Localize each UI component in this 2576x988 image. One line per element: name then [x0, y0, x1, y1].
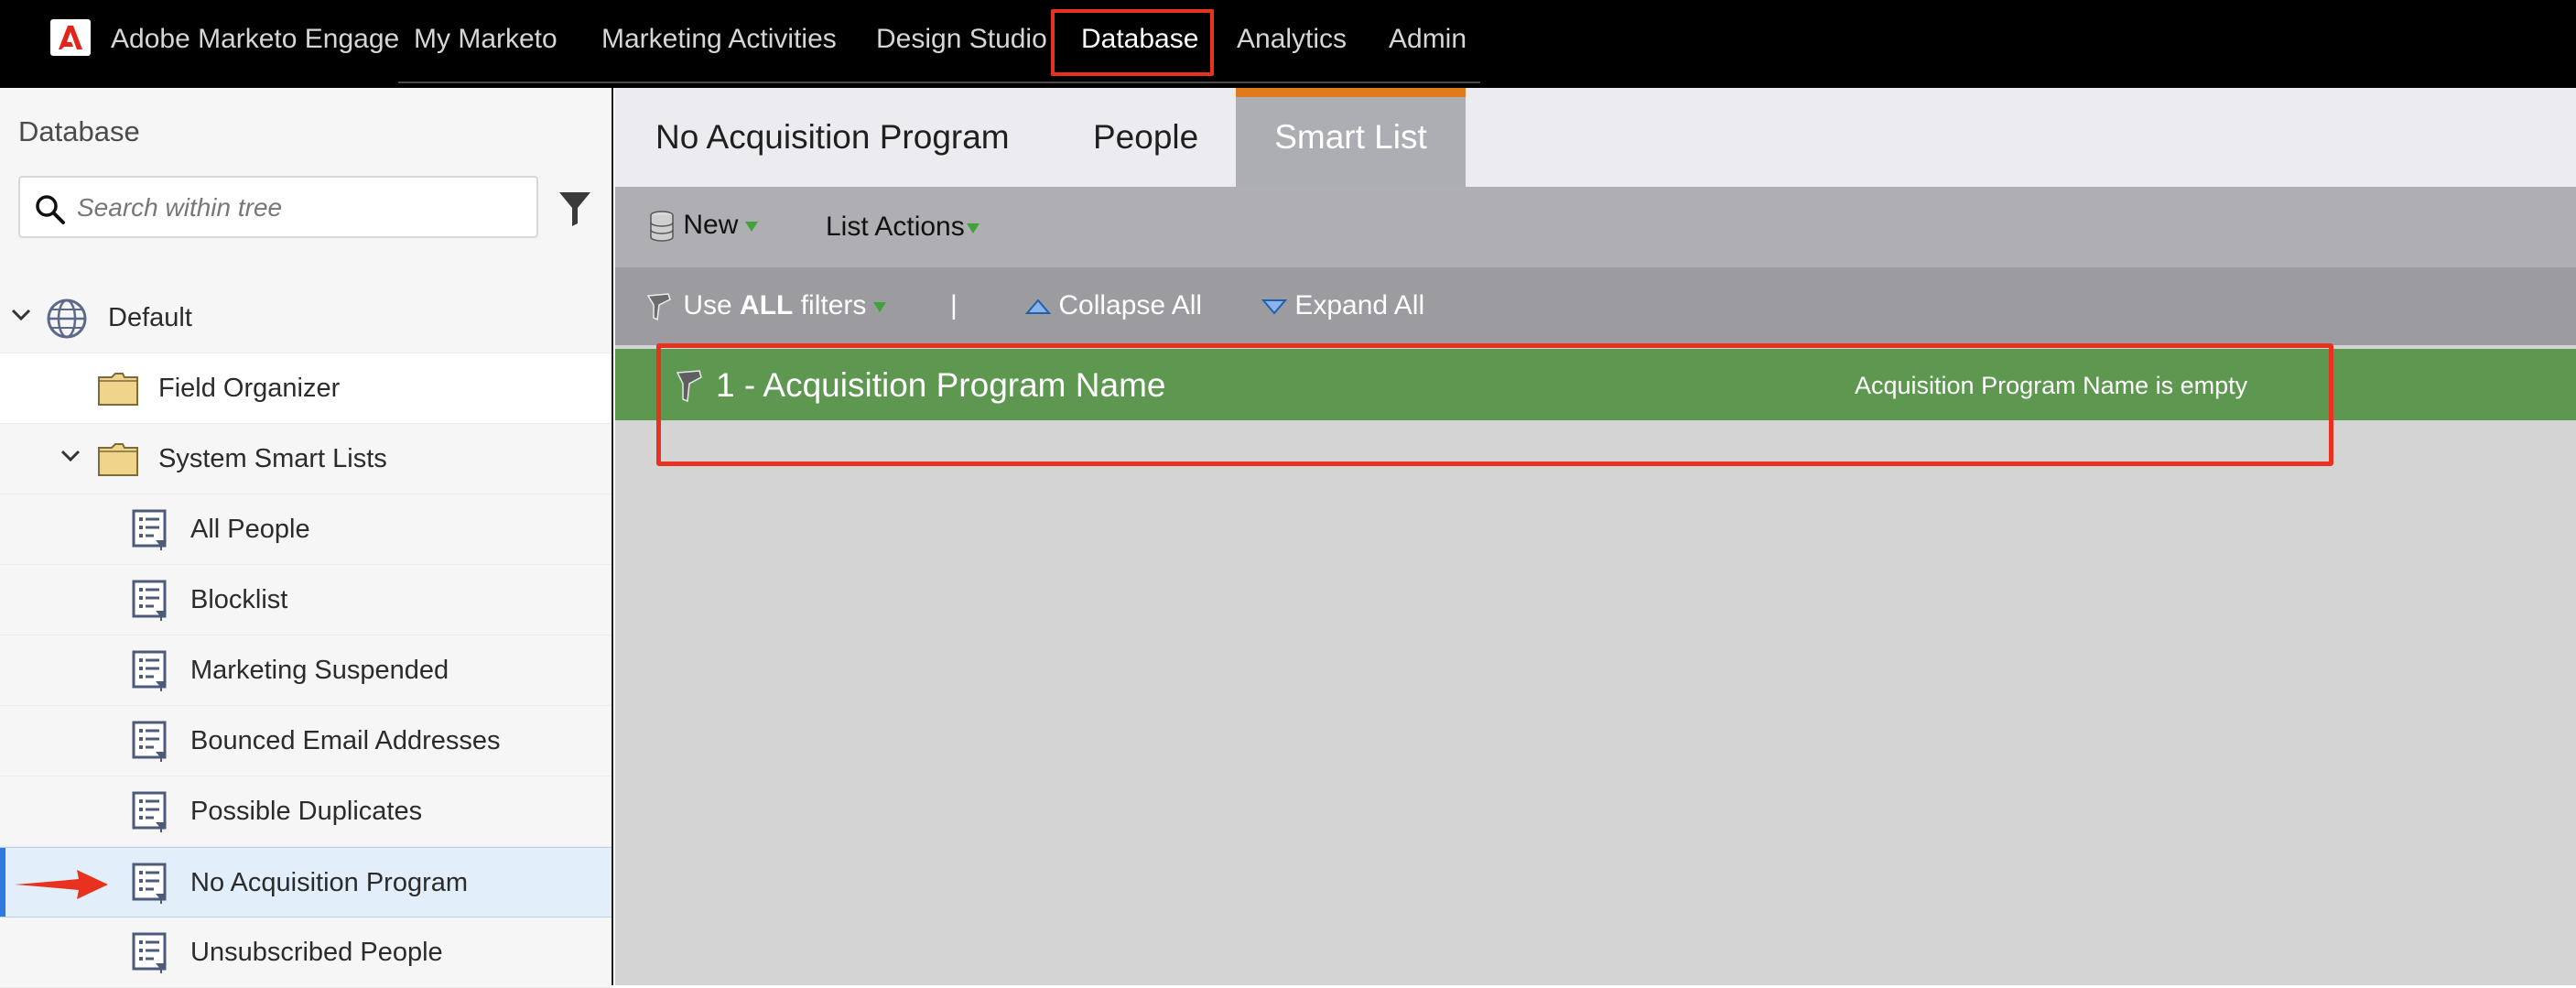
tree-item-blocklist[interactable]: Blocklist: [0, 565, 612, 635]
filter-highlight-box: [656, 343, 2333, 466]
list-actions-label: List Actions: [826, 212, 965, 242]
tab-bar: No Acquisition Program People Smart List: [615, 88, 2576, 187]
red-arrow-annotation-icon: [15, 870, 108, 899]
nav-analytics[interactable]: Analytics: [1237, 23, 1347, 56]
toolbar-separator: |: [950, 290, 958, 320]
expand-all-label: Expand All: [1294, 290, 1425, 320]
list-toolbar: New List Actions: [615, 187, 2576, 267]
smart-list-icon: [132, 580, 167, 621]
filter-funnel-icon: [646, 293, 671, 321]
use-all-filters-dropdown[interactable]: Use ALL filters: [646, 289, 887, 322]
dropdown-triangle-icon: [745, 221, 759, 232]
brand-name: Adobe Marketo Engage: [111, 24, 400, 54]
adobe-logo-icon[interactable]: [50, 19, 91, 56]
tab-smart-list[interactable]: Smart List: [1236, 88, 1466, 187]
database-tree-sidebar: Database Default Field Organizer: [0, 88, 613, 988]
expand-all-button[interactable]: Expand All: [1261, 289, 1424, 322]
folder-icon: [98, 443, 138, 476]
smart-list-icon: [132, 650, 167, 691]
tree-item-bounced-email-addresses[interactable]: Bounced Email Addresses: [0, 706, 612, 776]
smart-list-icon: [132, 791, 167, 832]
collapse-all-label: Collapse All: [1058, 290, 1203, 320]
smart-list-icon: [132, 863, 167, 904]
globe-icon: [47, 299, 87, 339]
tree-item-label: No Acquisition Program: [190, 868, 469, 897]
use-label: Use: [683, 290, 732, 320]
search-icon: [36, 195, 65, 224]
folder-icon: [98, 373, 138, 406]
collapse-all-button[interactable]: Collapse All: [1024, 289, 1203, 322]
chevron-down-icon[interactable]: [11, 309, 31, 321]
top-navigation-bar: Adobe Marketo Engage My Marketo Marketin…: [0, 0, 2576, 88]
use-all-label: ALL: [740, 290, 794, 320]
tree-item-label: System Smart Lists: [158, 444, 387, 473]
tree-item-label: Field Organizer: [158, 374, 341, 403]
filter-icon[interactable]: [558, 190, 591, 227]
tree-item-label: Default: [108, 303, 192, 332]
tab-no-acquisition-program[interactable]: No Acquisition Program: [655, 88, 1010, 187]
dropdown-triangle-icon: [873, 301, 887, 312]
filters-label: filters: [800, 290, 867, 320]
nav-my-marketo[interactable]: My Marketo: [414, 23, 557, 56]
dropdown-triangle-icon: [966, 223, 980, 233]
database-highlight-box: [1051, 9, 1214, 76]
tree-item-marketing-suspended[interactable]: Marketing Suspended: [0, 635, 612, 706]
triangle-up-icon: [1024, 299, 1052, 315]
search-input[interactable]: [77, 190, 516, 225]
list-actions-button[interactable]: List Actions: [826, 211, 980, 244]
tree-item-label: Bounced Email Addresses: [190, 726, 501, 755]
smart-list-icon: [132, 721, 167, 762]
triangle-down-icon: [1261, 299, 1288, 315]
database-icon: [650, 211, 674, 242]
tree-item-system-smart-lists[interactable]: System Smart Lists: [0, 424, 612, 494]
new-button[interactable]: New: [648, 209, 759, 243]
nav-design-studio[interactable]: Design Studio: [876, 23, 1047, 56]
tree-item-possible-duplicates[interactable]: Possible Duplicates: [0, 776, 612, 847]
tree-item-unsubscribed-people[interactable]: Unsubscribed People: [0, 917, 612, 988]
tree-search-box[interactable]: [18, 176, 538, 238]
tree-item-label: Unsubscribed People: [190, 938, 443, 967]
sidebar-title: Database: [18, 115, 140, 147]
smart-list-icon: [132, 932, 167, 973]
tab-people[interactable]: People: [1093, 88, 1198, 187]
nav-marketing-activities[interactable]: Marketing Activities: [601, 23, 837, 56]
chevron-down-icon[interactable]: [60, 450, 81, 462]
tree-item-all-people[interactable]: All People: [0, 494, 612, 565]
tree-item-label: Marketing Suspended: [190, 656, 449, 685]
tree-item-label: Possible Duplicates: [190, 797, 423, 826]
smart-list-icon: [132, 509, 167, 550]
filter-toolbar: Use ALL filters | Collapse All Expand Al…: [615, 267, 2576, 345]
tree-item-label: All People: [190, 515, 310, 544]
tree-item-field-organizer[interactable]: Field Organizer: [0, 353, 612, 424]
new-label: New: [683, 210, 739, 240]
tree-item-no-acquisition-program[interactable]: No Acquisition Program: [0, 847, 612, 917]
nav-divider: [398, 81, 1480, 83]
tree-item-default[interactable]: Default: [0, 283, 612, 353]
nav-admin[interactable]: Admin: [1389, 23, 1467, 56]
tree-item-label: Blocklist: [190, 585, 288, 614]
smart-list-panel: No Acquisition Program People Smart List…: [615, 88, 2576, 985]
